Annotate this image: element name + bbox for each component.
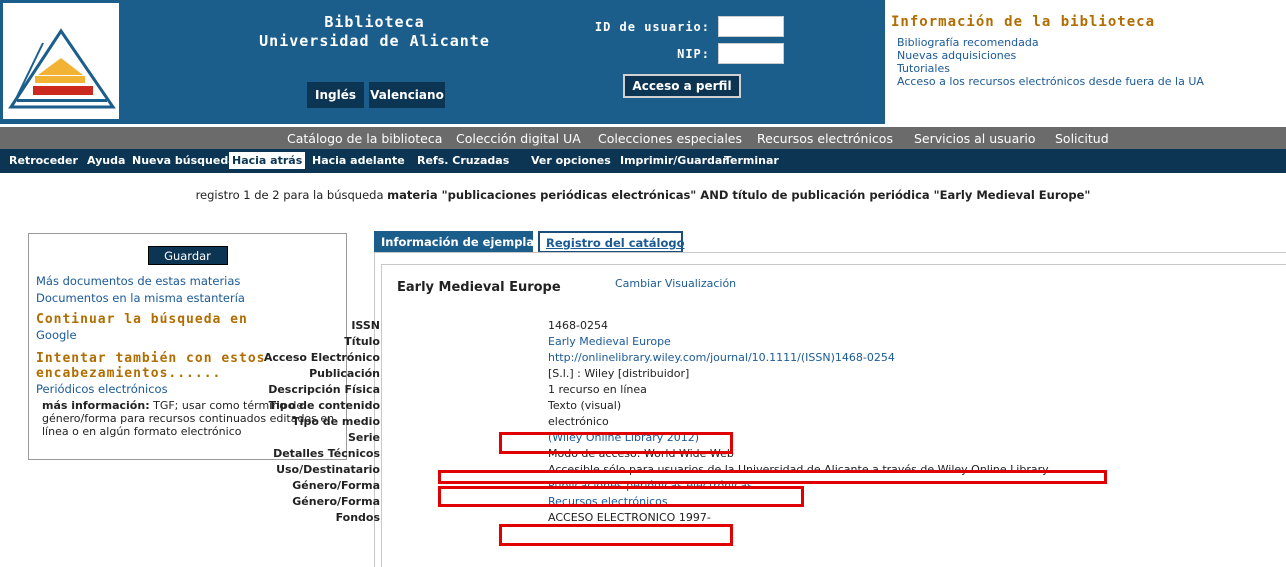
highlight-box-audience bbox=[438, 470, 1107, 484]
field-label: Fondos bbox=[335, 511, 380, 524]
user-id-label: ID de usuario: bbox=[594, 20, 710, 34]
field-label: Tipo de medio bbox=[292, 415, 380, 428]
field-label: Género/Forma bbox=[292, 495, 380, 508]
info-link-recommended[interactable]: Bibliografía recomendada bbox=[897, 36, 1204, 49]
nav-user-services[interactable]: Servicios al usuario bbox=[914, 131, 1036, 146]
toolbar-previous[interactable]: Hacia atrás bbox=[229, 152, 306, 169]
field-label: ISSN bbox=[351, 319, 380, 332]
same-shelf-link[interactable]: Documentos en la misma estantería bbox=[36, 290, 339, 307]
toolbar-print-save[interactable]: Imprimir/Guardar bbox=[617, 154, 731, 167]
field-label: Serie bbox=[347, 431, 380, 444]
logo-icon bbox=[8, 28, 116, 109]
nip-label: NIP: bbox=[677, 47, 710, 61]
info-link-tutorials[interactable]: Tutoriales bbox=[897, 62, 1204, 75]
profile-access-button[interactable]: Acceso a perfil bbox=[623, 74, 741, 98]
nav-digital-collection[interactable]: Colección digital UA bbox=[456, 131, 581, 146]
library-title: Biblioteca Universidad de Alicante bbox=[222, 13, 527, 51]
tab-catalog-record[interactable]: Registro del catálogo bbox=[538, 231, 685, 253]
nav-special-collections[interactable]: Colecciones especiales bbox=[598, 131, 742, 146]
field-value: 1468-0254 bbox=[548, 319, 608, 332]
tab-item-information[interactable]: Información de ejemplar bbox=[374, 231, 540, 253]
field-label: Detalles Técnicos bbox=[273, 447, 380, 460]
nav-catalog[interactable]: Catálogo de la biblioteca bbox=[287, 131, 442, 146]
highlight-box-series bbox=[499, 432, 733, 454]
field-label: Descripción Física bbox=[268, 383, 380, 396]
university-logo[interactable] bbox=[3, 3, 119, 119]
valencian-button[interactable]: Valenciano bbox=[369, 82, 445, 108]
field-value: [S.l.] : Wiley [distribuidor] bbox=[548, 367, 690, 380]
record-inner-panel bbox=[381, 264, 1286, 567]
toolbar-view-options[interactable]: Ver opciones bbox=[528, 154, 614, 167]
main-nav: Catálogo de la biblioteca Colección digi… bbox=[0, 127, 1286, 149]
highlight-box-holdings bbox=[499, 524, 733, 546]
info-link-new-acquisitions[interactable]: Nuevas adquisiciones bbox=[897, 49, 1204, 62]
field-label: Género/Forma bbox=[292, 479, 380, 492]
toolbar-cross-refs[interactable]: Refs. Cruzadas bbox=[414, 154, 512, 167]
field-label: Tipo de contenido bbox=[268, 399, 380, 412]
toolbar-new-search[interactable]: Nueva búsqueda bbox=[129, 154, 239, 167]
user-id-input[interactable] bbox=[718, 16, 784, 37]
catalog-toolbar: Retroceder Ayuda Nueva búsqueda Hacia at… bbox=[0, 149, 1286, 173]
nav-request[interactable]: Solicitud bbox=[1055, 131, 1109, 146]
field-value-link[interactable]: http://onlinelibrary.wiley.com/journal/1… bbox=[548, 350, 895, 366]
library-info-title: Información de la biblioteca bbox=[891, 14, 1156, 30]
field-label: Uso/Destinatario bbox=[276, 463, 380, 476]
toolbar-back[interactable]: Retroceder bbox=[6, 154, 81, 167]
field-label: Título bbox=[344, 335, 380, 348]
english-button[interactable]: Inglés bbox=[307, 82, 364, 108]
nip-input[interactable] bbox=[718, 43, 784, 64]
more-info-label: más información: bbox=[42, 399, 150, 412]
change-view-link[interactable]: Cambiar Visualización bbox=[615, 277, 736, 290]
field-value: electrónico bbox=[548, 415, 609, 428]
field-label: Acceso Electrónico bbox=[263, 351, 380, 364]
library-title-line2: Universidad de Alicante bbox=[259, 32, 490, 50]
info-link-remote-access[interactable]: Acceso a los recursos electrónicos desde… bbox=[897, 75, 1204, 88]
library-title-line1: Biblioteca bbox=[324, 13, 425, 31]
toolbar-next[interactable]: Hacia adelante bbox=[309, 154, 408, 167]
site-header: Biblioteca Universidad de Alicante Inglé… bbox=[0, 0, 1286, 127]
highlight-box-genre bbox=[438, 486, 804, 507]
search-summary-prefix: registro 1 de 2 para la búsqueda bbox=[195, 188, 384, 202]
search-summary: registro 1 de 2 para la búsqueda materia… bbox=[0, 188, 1286, 202]
field-value: 1 recurso en línea bbox=[548, 383, 647, 396]
toolbar-help[interactable]: Ayuda bbox=[84, 154, 128, 167]
library-info-links: Bibliografía recomendada Nuevas adquisic… bbox=[897, 36, 1204, 88]
search-summary-query: materia "publicaciones periódicas electr… bbox=[387, 188, 1091, 202]
field-value: Texto (visual) bbox=[548, 399, 622, 412]
record-title: Early Medieval Europe bbox=[397, 280, 561, 295]
save-button[interactable]: Guardar bbox=[147, 246, 228, 265]
nav-electronic-resources[interactable]: Recursos electrónicos bbox=[757, 131, 893, 146]
field-value-link[interactable]: Early Medieval Europe bbox=[548, 334, 671, 350]
more-same-subjects-link[interactable]: Más documentos de estas materias bbox=[36, 273, 339, 290]
toolbar-finish[interactable]: Terminar bbox=[721, 154, 782, 167]
field-label: Publicación bbox=[309, 367, 380, 380]
